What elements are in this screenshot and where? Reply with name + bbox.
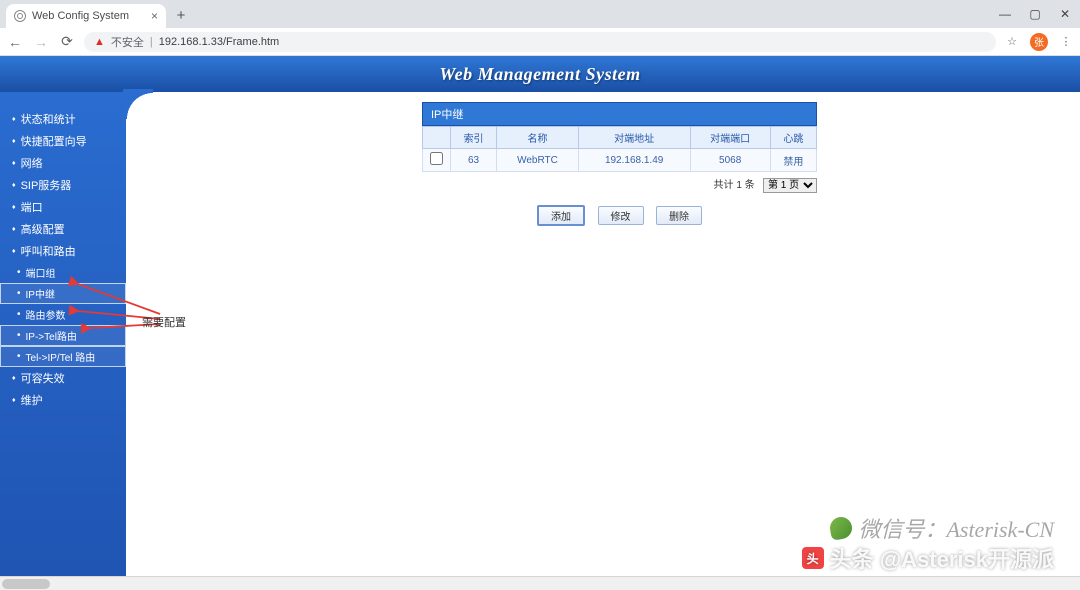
nav-failover[interactable]: 可容失效 [0, 367, 126, 389]
nav-sip[interactable]: SIP服务器 [0, 174, 126, 196]
nav-port[interactable]: 端口 [0, 196, 126, 218]
nav-status[interactable]: 状态和统计 [0, 108, 126, 130]
ip-trunk-table: 索引 名称 对端地址 对端端口 心跳 63 WebRTC [422, 126, 817, 172]
url-text: 192.168.1.33/Frame.htm [159, 36, 279, 48]
tab-title: Web Config System [32, 10, 129, 22]
reload-icon[interactable]: ⟳ [58, 33, 76, 50]
ip-trunk-panel: IP中继 索引 名称 对端地址 对端端口 心跳 [422, 102, 817, 226]
pager: 共计 1 条 第 1 页 [422, 172, 817, 197]
scrollbar-thumb[interactable] [2, 579, 50, 589]
col-name: 名称 [497, 127, 579, 149]
cell-heartbeat: 禁用 [770, 149, 816, 172]
col-peeraddr: 对端地址 [578, 127, 690, 149]
watermark-wechat: 微信号：Asterisk-CN [830, 512, 1054, 544]
toutiao-icon: 头 [802, 547, 824, 569]
sub-tel-ip-tel[interactable]: Tel->IP/Tel 路由 [0, 346, 126, 367]
browser-toolbar: ← → ⟳ ▲ 不安全 | 192.168.1.33/Frame.htm ☆ 张… [0, 28, 1080, 56]
add-button[interactable]: 添加 [537, 205, 585, 226]
nav-wizard[interactable]: 快捷配置向导 [0, 130, 126, 152]
annotation-text: 需要配置 [142, 314, 186, 330]
cell-name: WebRTC [497, 149, 579, 172]
page-viewport: Web Management System 状态和统计 快捷配置向导 网络 SI… [0, 56, 1080, 590]
window-controls: — ▢ ✕ [990, 0, 1080, 28]
nav-label: 网络 [21, 155, 43, 171]
page-banner: Web Management System [0, 56, 1080, 92]
button-row: 添加 修改 删除 [422, 205, 817, 226]
sub-label: Tel->IP/Tel 路由 [26, 349, 96, 364]
sub-iptrunk[interactable]: IP中继 [0, 283, 126, 304]
watermark-text: 微信号：Asterisk-CN [858, 512, 1054, 544]
nav-label: 高级配置 [21, 221, 65, 237]
col-heartbeat: 心跳 [770, 127, 816, 149]
nav-network[interactable]: 网络 [0, 152, 126, 174]
cell-peerport: 5068 [690, 149, 770, 172]
watermark-text: 头条 @Asterisk开源派 [830, 542, 1054, 574]
nav-label: 状态和统计 [21, 111, 76, 127]
sub-label: IP中继 [26, 286, 55, 301]
maximize-icon[interactable]: ▢ [1020, 0, 1050, 28]
minimize-icon[interactable]: — [990, 0, 1020, 28]
cell-index: 63 [451, 149, 497, 172]
sub-label: 路由参数 [26, 307, 66, 322]
nav-label: 维护 [21, 392, 43, 408]
col-check [423, 127, 451, 149]
pager-total-label: 共计 [714, 180, 734, 191]
close-window-icon[interactable]: ✕ [1050, 0, 1080, 28]
sidebar: 状态和统计 快捷配置向导 网络 SIP服务器 端口 高级配置 呼叫和路由 端口组… [0, 92, 126, 590]
nav-label: 呼叫和路由 [21, 243, 76, 259]
nav-maintain[interactable]: 维护 [0, 389, 126, 411]
col-peerport: 对端端口 [690, 127, 770, 149]
nav-advanced[interactable]: 高级配置 [0, 218, 126, 240]
table-row[interactable]: 63 WebRTC 192.168.1.49 5068 禁用 [423, 149, 817, 172]
sub-ip-tel[interactable]: IP->Tel路由 [0, 325, 126, 346]
globe-icon [14, 10, 26, 22]
browser-tabstrip: Web Config System × + — ▢ ✕ [0, 0, 1080, 28]
url-separator: | [150, 36, 153, 48]
sub-portgroup[interactable]: 端口组 [0, 262, 126, 283]
insecure-icon: ▲ [94, 36, 105, 48]
horizontal-scrollbar[interactable] [0, 576, 1080, 590]
sub-routeparam[interactable]: 路由参数 [0, 304, 126, 325]
pager-count: 1 条 [736, 180, 754, 191]
nav-callroute[interactable]: 呼叫和路由 [0, 240, 126, 262]
nav-label: 端口 [21, 199, 43, 215]
nav-label: 快捷配置向导 [21, 133, 87, 149]
address-bar[interactable]: ▲ 不安全 | 192.168.1.33/Frame.htm [84, 32, 996, 52]
nav-label: 可容失效 [21, 370, 65, 386]
new-tab-button[interactable]: + [170, 4, 192, 26]
close-icon[interactable]: × [151, 9, 158, 23]
modify-button[interactable]: 修改 [598, 206, 644, 225]
insecure-label: 不安全 [111, 34, 144, 50]
nav-label: SIP服务器 [21, 177, 72, 193]
watermark-toutiao: 头 头条 @Asterisk开源派 [802, 542, 1054, 574]
sub-label: IP->Tel路由 [26, 328, 77, 343]
delete-button[interactable]: 删除 [656, 206, 702, 225]
nav-callroute-sub: 端口组 IP中继 路由参数 IP->Tel路由 Tel->IP/Tel 路由 [0, 262, 126, 367]
profile-avatar[interactable]: 张 [1030, 33, 1048, 51]
pager-select[interactable]: 第 1 页 [763, 178, 817, 193]
extension-icon[interactable]: ☆ [1004, 34, 1020, 50]
cell-peeraddr: 192.168.1.49 [578, 149, 690, 172]
col-index: 索引 [451, 127, 497, 149]
row-checkbox[interactable] [430, 152, 443, 165]
menu-icon[interactable]: ⋮ [1058, 34, 1074, 50]
banner-title: Web Management System [439, 64, 640, 85]
browser-tab[interactable]: Web Config System × [6, 4, 166, 28]
wechat-icon [829, 515, 854, 540]
forward-icon: → [32, 34, 50, 50]
back-icon[interactable]: ← [6, 34, 24, 50]
panel-title: IP中继 [422, 102, 817, 126]
sub-label: 端口组 [26, 265, 56, 280]
